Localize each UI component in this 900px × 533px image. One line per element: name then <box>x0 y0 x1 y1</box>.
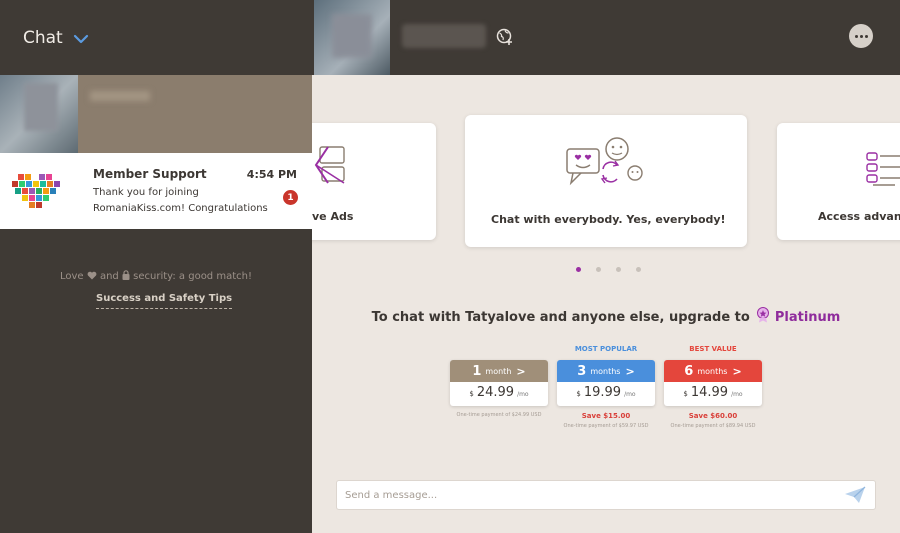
plan-amount: 24.99 <box>476 385 515 400</box>
tagline-rest-text: security: a good match! <box>133 271 252 282</box>
conversation-item-active[interactable] <box>0 75 312 153</box>
plan-note: One-time payment of $89.94 USD <box>670 423 756 429</box>
carousel-dot-active[interactable] <box>576 267 581 272</box>
plan-duration-number: 6 <box>684 363 694 379</box>
chevron-right-icon: > <box>732 364 742 378</box>
plan-duration-unit: months <box>697 366 728 376</box>
plan-currency: $ <box>576 390 581 398</box>
feature-label-search: Access advance <box>818 210 900 223</box>
plan-price: $ 24.99 /mo <box>450 385 548 400</box>
plan-header[interactable]: 6 months > <box>664 360 762 382</box>
feature-card-chat[interactable]: Chat with everybody. Yes, everybody! <box>465 115 747 247</box>
carousel-dot[interactable] <box>616 267 621 272</box>
carousel-dot[interactable] <box>636 267 641 272</box>
plan-amount: 19.99 <box>583 385 622 400</box>
plan-savings: Save $60.00 <box>688 412 738 420</box>
plan-per: /mo <box>517 391 529 398</box>
upgrade-headline: To chat with Tatyalove and anyone else, … <box>312 307 900 325</box>
plan-duration-unit: months <box>590 366 621 376</box>
carousel-dot[interactable] <box>596 267 601 272</box>
no-ads-icon <box>314 146 345 184</box>
chat-faces-icon <box>566 137 643 186</box>
chevron-right-icon: > <box>625 364 635 378</box>
platinum-label[interactable]: Platinum <box>775 310 840 325</box>
conversation-name: Member Support <box>93 167 207 181</box>
tagline-love-text: Love <box>60 271 84 282</box>
chat-main: ve Ads Chat with everybody. Yes, everybo… <box>312 75 900 533</box>
plan-duration-number: 3 <box>577 363 587 379</box>
dot-icon <box>859 34 863 38</box>
plan-savings: Save $15.00 <box>581 412 631 420</box>
chevron-down-icon[interactable] <box>73 34 89 44</box>
plan-option-3-months[interactable]: 3 months > $ 19.99 /mo <box>557 360 655 406</box>
send-icon[interactable] <box>844 486 866 504</box>
sidebar-title[interactable]: Chat <box>23 28 63 48</box>
plan-per: /mo <box>731 391 743 398</box>
message-composer <box>336 480 876 510</box>
dot-icon <box>864 34 868 38</box>
unread-count-badge: 1 <box>283 190 298 205</box>
carousel-dots <box>576 267 641 272</box>
conversation-sidebar: Chat Member Support 4:54 PM Thank you fo… <box>0 0 312 533</box>
advanced-search-icon <box>866 152 900 186</box>
plan-option-1-month[interactable]: 1 month > $ 24.99 /mo <box>450 360 548 406</box>
tagline-and-text: and <box>99 271 119 282</box>
feature-card-ads[interactable]: ve Ads <box>312 123 436 240</box>
plan-tag-most-popular: MOST POPULAR <box>574 345 638 353</box>
profile-name-blurred[interactable] <box>402 24 486 48</box>
heart-icon <box>87 271 97 280</box>
conversation-preview: Thank you for joining RomaniaKiss.com! C… <box>93 187 268 214</box>
plan-amount: 14.99 <box>690 385 729 400</box>
plan-duration-number: 1 <box>472 363 482 379</box>
plan-duration-unit: month <box>485 366 512 376</box>
plan-option-6-months[interactable]: 6 months > $ 14.99 /mo <box>664 360 762 406</box>
safety-tagline: Love and security: a good match! <box>0 270 312 282</box>
conversation-item-support[interactable]: Member Support 4:54 PM Thank you for joi… <box>0 153 312 229</box>
feature-label-ads: ve Ads <box>312 210 354 223</box>
plan-note: One-time payment of $59.97 USD <box>563 423 649 429</box>
profile-avatar[interactable] <box>314 0 390 75</box>
conversation-time: 4:54 PM <box>246 168 297 181</box>
plan-tag-best-value: BEST VALUE <box>689 345 737 353</box>
sidebar-header[interactable]: Chat <box>0 0 312 75</box>
feature-label-chat: Chat with everybody. Yes, everybody! <box>491 213 726 226</box>
upgrade-text: To chat with Tatyalove and anyone else, … <box>371 310 750 325</box>
message-input[interactable] <box>337 481 817 509</box>
plan-price: $ 19.99 /mo <box>557 385 655 400</box>
chat-header <box>312 0 900 75</box>
plan-per: /mo <box>624 391 636 398</box>
plan-header[interactable]: 3 months > <box>557 360 655 382</box>
plan-header[interactable]: 1 month > <box>450 360 548 382</box>
conversation-name-blurred <box>90 91 150 101</box>
chevron-right-icon: > <box>516 364 526 378</box>
plan-currency: $ <box>469 390 474 398</box>
plan-note: One-time payment of $24.99 USD <box>456 412 542 418</box>
romaniakiss-logo-icon <box>12 174 60 208</box>
safety-tips-link[interactable]: Success and Safety Tips <box>96 293 233 309</box>
globe-add-icon[interactable] <box>496 28 514 46</box>
platinum-badge-icon <box>757 307 770 323</box>
dot-icon <box>854 34 858 38</box>
lock-icon <box>122 270 130 280</box>
avatar <box>0 75 78 153</box>
feature-card-search[interactable]: Access advance <box>777 123 900 240</box>
plan-currency: $ <box>683 390 688 398</box>
more-options-button[interactable] <box>849 24 873 48</box>
plan-price: $ 14.99 /mo <box>664 385 762 400</box>
